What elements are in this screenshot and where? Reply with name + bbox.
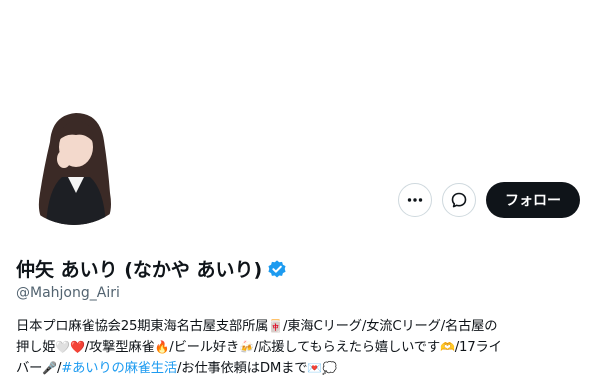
bio-line: 押し姫🤍❤️/攻撃型麻雀🔥/ビール好き🍻/応援してもらえたら嬉しいです🫶/17ラ… xyxy=(16,337,582,358)
message-button[interactable] xyxy=(442,183,476,217)
fire-emoji-icon: 🔥 xyxy=(154,340,170,354)
avatar[interactable] xyxy=(10,97,138,225)
bio-line: 日本プロ麻雀協会25期東海名古屋支部所属🀄/東海Cリーグ/女流Cリーグ/名古屋の xyxy=(16,316,582,337)
more-horizontal-icon xyxy=(407,198,423,202)
verified-badge-icon[interactable] xyxy=(267,259,287,279)
bio-text: /攻撃型麻雀 xyxy=(84,340,155,355)
bio-text: バー xyxy=(16,361,43,376)
follow-button[interactable]: フォロー xyxy=(486,182,580,218)
bio-line: バー🎤/#あいりの麻雀生活/お仕事依頼はDMまで💌💭 xyxy=(16,358,582,379)
bio-text: /ビール好き xyxy=(169,340,240,355)
message-bubble-icon xyxy=(451,192,467,208)
bio-text: /お仕事依頼はDMまで xyxy=(176,361,308,376)
bio-text: /17ライ xyxy=(454,340,502,355)
bio: 日本プロ麻雀協会25期東海名古屋支部所属🀄/東海Cリーグ/女流Cリーグ/名古屋の… xyxy=(16,316,582,379)
display-name: 仲矢 あいり (なかや あいり) xyxy=(16,259,263,281)
hearts-emoji-icon: 🤍❤️ xyxy=(55,340,85,354)
heart-hands-emoji-icon: 🫶 xyxy=(440,340,455,354)
beer-emoji-icon: 🍻 xyxy=(239,340,254,354)
avatar-photo xyxy=(10,97,138,225)
name-row: 仲矢 あいり (なかや あいり) xyxy=(16,255,287,282)
bio-text: /東海Cリーグ/女流Cリーグ/名古屋の xyxy=(283,319,498,334)
love-letter-emoji-icon: 💌💭 xyxy=(307,361,337,375)
profile-actions: フォロー xyxy=(398,182,580,218)
bio-text: 押し姫 xyxy=(16,340,56,355)
bio-text: /応援してもらえたら嬉しいです xyxy=(253,340,440,355)
microphone-emoji-icon: 🎤 xyxy=(42,361,57,375)
hashtag-link[interactable]: #あいりの麻雀生活 xyxy=(61,361,177,376)
mahjong-tile-emoji-icon: 🀄 xyxy=(268,319,284,333)
user-handle: @Mahjong_Airi xyxy=(16,285,120,301)
more-button[interactable] xyxy=(398,183,432,217)
bio-text: 日本プロ麻雀協会25期東海名古屋支部所属 xyxy=(16,319,269,334)
